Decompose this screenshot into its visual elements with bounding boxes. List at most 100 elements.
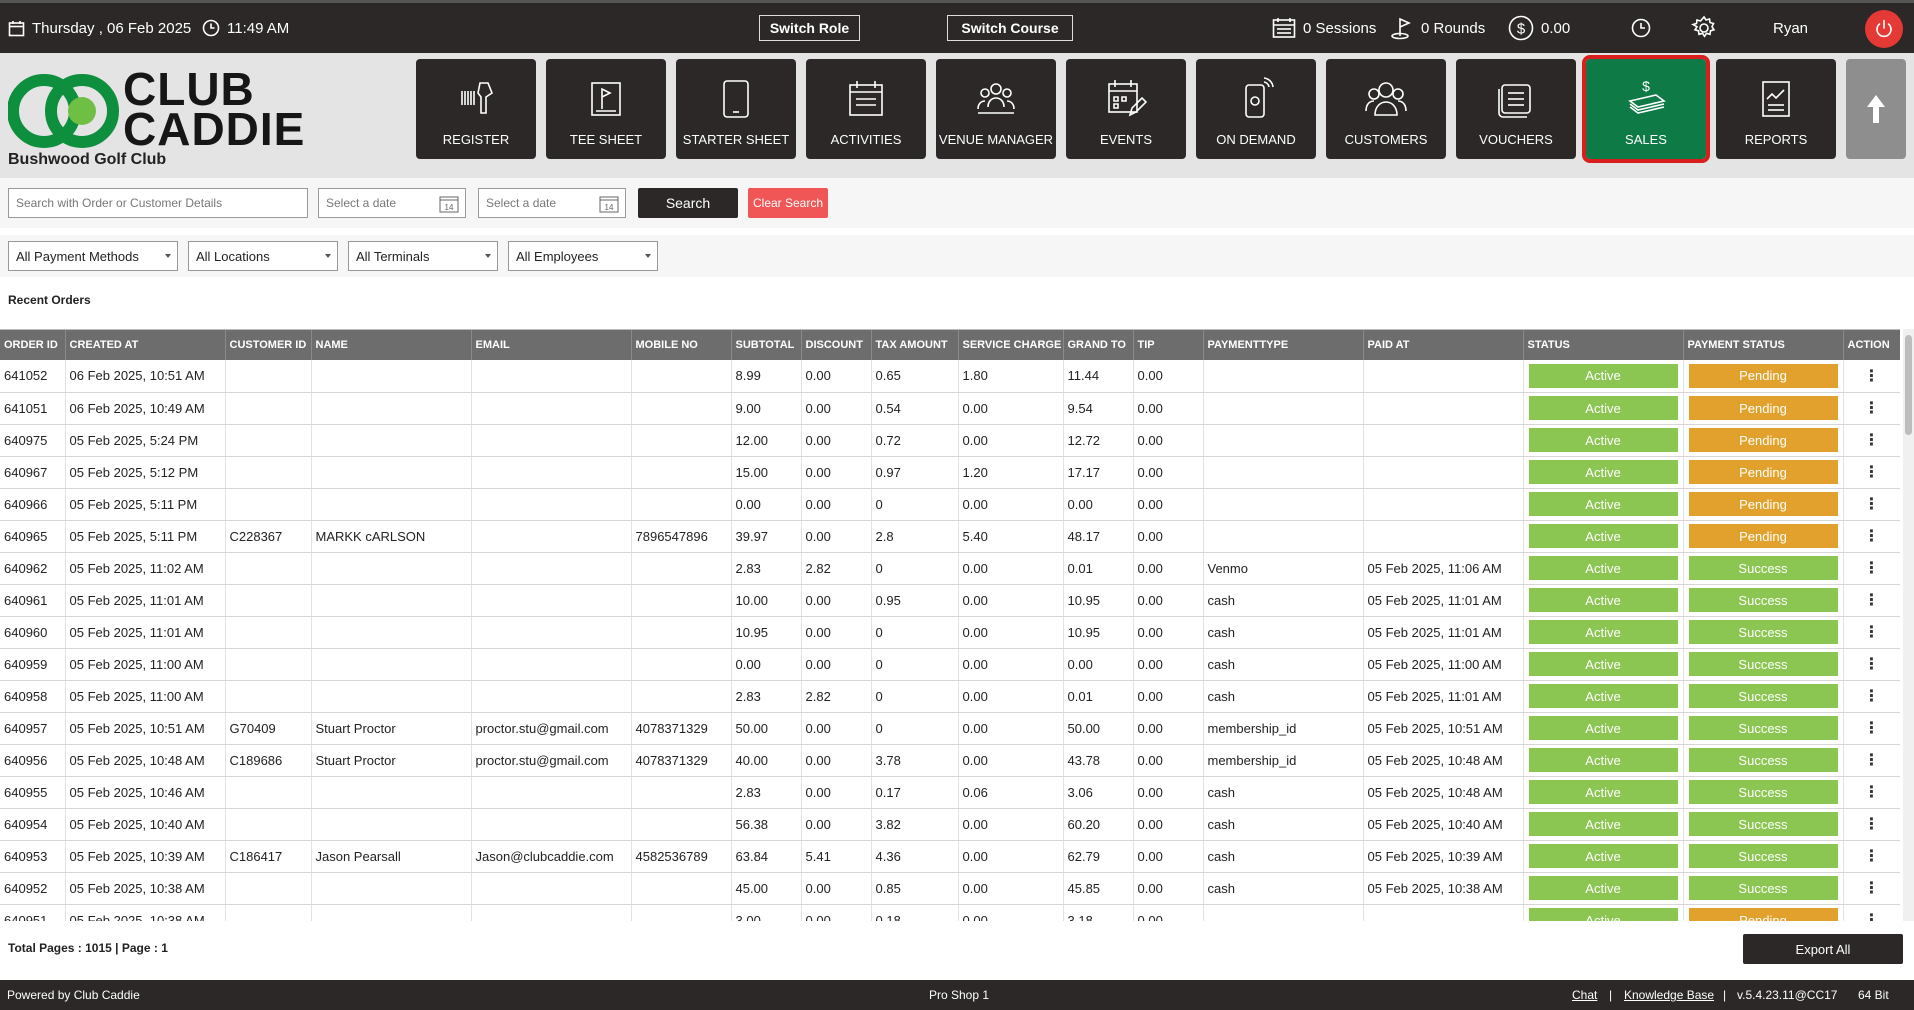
scrollbar-thumb[interactable]	[1905, 335, 1912, 435]
column-header[interactable]: CUSTOMER ID	[225, 330, 312, 360]
table-row[interactable]: 640965 05 Feb 2025, 5:11 PM C228367 MARKK c…	[0, 520, 1900, 553]
column-header[interactable]: DISCOUNT	[801, 330, 872, 360]
row-action-menu-icon[interactable]: ⋮	[1843, 744, 1900, 777]
row-action-menu-icon[interactable]: ⋮	[1843, 872, 1900, 905]
calendar-icon[interactable]: 14	[439, 194, 459, 213]
column-header[interactable]: TAX AMOUNT	[871, 330, 959, 360]
employee-select[interactable]: All Employees	[508, 241, 658, 271]
table-row[interactable]: 641051 06 Feb 2025, 10:49 AM 9.00 0.00 0.54 0…	[0, 392, 1900, 425]
row-action-menu-icon[interactable]: ⋮	[1843, 488, 1900, 521]
table-row[interactable]: 640953 05 Feb 2025, 10:39 AM C186417 Jason …	[0, 840, 1900, 873]
row-action-menu-icon[interactable]: ⋮	[1843, 520, 1900, 553]
nav-reports[interactable]: REPORTS	[1716, 59, 1836, 159]
table-row[interactable]: 640962 05 Feb 2025, 11:02 AM 2.83 2.82 0 0.00…	[0, 552, 1900, 585]
knowledge-base-link[interactable]: Knowledge Base	[1624, 988, 1714, 1002]
nav-customers[interactable]: CUSTOMERS	[1326, 59, 1446, 159]
balance-display[interactable]: $ 0.00	[1508, 3, 1570, 53]
table-row[interactable]: 640975 05 Feb 2025, 5:24 PM 12.00 0.00 0.72 0…	[0, 424, 1900, 457]
date-from-input[interactable]: Select a date 14	[318, 188, 466, 218]
order-search-input[interactable]: Search with Order or Customer Details	[8, 188, 308, 218]
row-action-menu-icon[interactable]: ⋮	[1843, 456, 1900, 489]
chat-link[interactable]: Chat	[1572, 988, 1597, 1002]
column-header[interactable]: ACTION	[1843, 330, 1900, 360]
clear-search-button[interactable]: Clear Search	[748, 188, 828, 218]
footer-separator: |	[1609, 988, 1613, 1002]
table-row[interactable]: 640967 05 Feb 2025, 5:12 PM 15.00 0.00 0.97 1…	[0, 456, 1900, 489]
table-row[interactable]: 640961 05 Feb 2025, 11:01 AM 10.00 0.00 0.95…	[0, 584, 1900, 617]
column-header[interactable]: STATUS	[1523, 330, 1684, 360]
table-row[interactable]: 640952 05 Feb 2025, 10:38 AM 45.00 0.00 0.85…	[0, 872, 1900, 905]
user-menu[interactable]: Ryan	[1773, 3, 1808, 53]
column-header[interactable]: SUBTOTAL	[731, 330, 802, 360]
table-row[interactable]: 640956 05 Feb 2025, 10:48 AM C189686 Stuart…	[0, 744, 1900, 777]
column-header[interactable]: SERVICE CHARGE	[958, 330, 1064, 360]
history-button[interactable]	[1631, 3, 1651, 53]
row-action-menu-icon[interactable]: ⋮	[1843, 904, 1900, 921]
nav-vouchers[interactable]: VOUCHERS	[1456, 59, 1576, 159]
logout-button[interactable]	[1865, 10, 1903, 48]
column-header[interactable]: PAYMENTTYPE	[1203, 330, 1364, 360]
column-header[interactable]: CREATED AT	[65, 330, 226, 360]
nav-events[interactable]: EVENTS	[1066, 59, 1186, 159]
date-to-input[interactable]: Select a date 14	[478, 188, 626, 218]
row-action-menu-icon[interactable]: ⋮	[1843, 648, 1900, 681]
column-header[interactable]: NAME	[311, 330, 472, 360]
nav-register[interactable]: REGISTER	[416, 59, 536, 159]
settings-button[interactable]	[1691, 3, 1717, 53]
nav-activities[interactable]: ACTIVITIES	[806, 59, 926, 159]
caret-down-icon	[645, 254, 651, 258]
calendar-icon[interactable]: 14	[599, 194, 619, 213]
table-row[interactable]: 640957 05 Feb 2025, 10:51 AM G70409 Stuart …	[0, 712, 1900, 745]
rounds-display[interactable]: 0 Rounds	[1390, 3, 1485, 53]
row-action-menu-icon[interactable]: ⋮	[1843, 392, 1900, 425]
row-action-menu-icon[interactable]: ⋮	[1843, 776, 1900, 809]
row-action-menu-icon[interactable]: ⋮	[1843, 584, 1900, 617]
table-scrollbar[interactable]	[1903, 329, 1914, 921]
nav-starter-sheet[interactable]: STARTER SHEET	[676, 59, 796, 159]
nav-sales[interactable]: $ SALES	[1582, 55, 1710, 163]
payment-method-select[interactable]: All Payment Methods	[8, 241, 178, 271]
table-row[interactable]: 640954 05 Feb 2025, 10:40 AM 56.38 0.00 3.82…	[0, 808, 1900, 841]
row-action-menu-icon[interactable]: ⋮	[1843, 808, 1900, 841]
payment-status-cell: Pending	[1683, 488, 1844, 521]
row-action-menu-icon[interactable]: ⋮	[1843, 840, 1900, 873]
column-header[interactable]: TIP	[1133, 330, 1204, 360]
column-header[interactable]: GRAND TO	[1063, 330, 1134, 360]
payment-status-cell: Success	[1683, 584, 1844, 617]
search-button[interactable]: Search	[638, 188, 738, 218]
nav-on-demand[interactable]: ON DEMAND	[1196, 59, 1316, 159]
table-cell	[631, 808, 732, 841]
column-header[interactable]: MOBILE NO	[631, 330, 732, 360]
nav-label: TEE SHEET	[569, 132, 643, 147]
golf-flag-icon	[1391, 17, 1411, 40]
terminal-select[interactable]: All Terminals	[348, 241, 498, 271]
column-header[interactable]: PAID AT	[1363, 330, 1524, 360]
column-header[interactable]: EMAIL	[471, 330, 632, 360]
switch-course-button[interactable]: Switch Course	[947, 15, 1073, 41]
orders-table-container[interactable]: ORDER ID CREATED AT CUSTOMER ID NAME EMAIL MO…	[0, 329, 1900, 921]
nav-tee-sheet[interactable]: TEE SHEET	[546, 59, 666, 159]
table-row[interactable]: 640958 05 Feb 2025, 11:00 AM 2.83 2.82 0 0.00…	[0, 680, 1900, 713]
nav-venue-manager[interactable]: VENUE MANAGER	[936, 59, 1056, 159]
scanner-icon	[454, 77, 498, 121]
column-header[interactable]: ORDER ID	[0, 330, 66, 360]
table-row[interactable]: 641052 06 Feb 2025, 10:51 AM 8.99 0.00 0.65 1…	[0, 360, 1900, 393]
table-row[interactable]: 640951 05 Feb 2025, 10:38 AM 3.00 0.00 0.18 0…	[0, 904, 1900, 921]
table-row[interactable]: 640960 05 Feb 2025, 11:01 AM 10.95 0.00 0 0.0…	[0, 616, 1900, 649]
row-action-menu-icon[interactable]: ⋮	[1843, 552, 1900, 585]
scroll-up-button[interactable]	[1846, 59, 1906, 159]
table-row[interactable]: 640959 05 Feb 2025, 11:00 AM 0.00 0.00 0 0.00…	[0, 648, 1900, 681]
column-header[interactable]: PAYMENT STATUS	[1683, 330, 1844, 360]
table-cell: 0.00	[1133, 648, 1204, 681]
location-select[interactable]: All Locations	[188, 241, 338, 271]
sessions-display[interactable]: 0 Sessions	[1272, 3, 1376, 53]
row-action-menu-icon[interactable]: ⋮	[1843, 616, 1900, 649]
row-action-menu-icon[interactable]: ⋮	[1843, 712, 1900, 745]
switch-role-button[interactable]: Switch Role	[759, 15, 860, 41]
row-action-menu-icon[interactable]: ⋮	[1843, 424, 1900, 457]
row-action-menu-icon[interactable]: ⋮	[1843, 680, 1900, 713]
export-all-button[interactable]: Export All	[1743, 934, 1903, 964]
table-row[interactable]: 640966 05 Feb 2025, 5:11 PM 0.00 0.00 0 0.00 0…	[0, 488, 1900, 521]
table-row[interactable]: 640955 05 Feb 2025, 10:46 AM 2.83 0.00 0.17 0…	[0, 776, 1900, 809]
row-action-menu-icon[interactable]: ⋮	[1843, 360, 1900, 393]
